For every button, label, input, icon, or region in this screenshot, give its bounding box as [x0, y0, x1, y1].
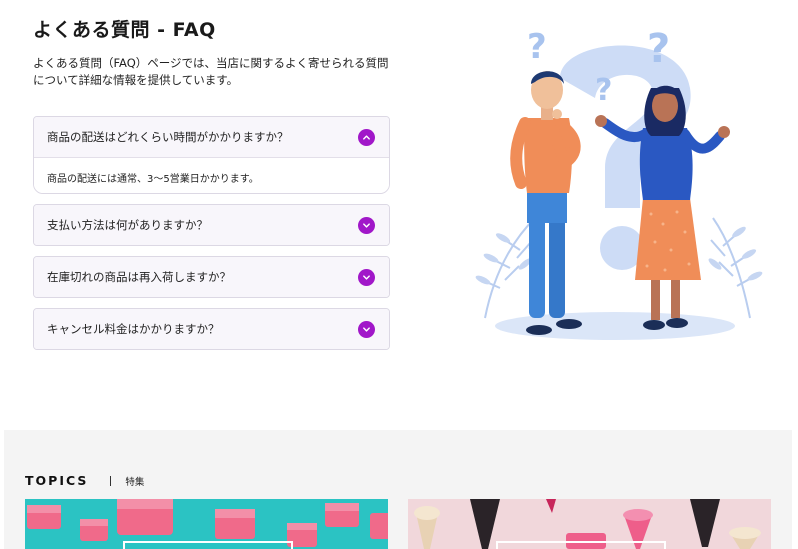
svg-text:?: ? — [527, 27, 547, 67]
chevron-down-icon[interactable] — [358, 268, 375, 286]
topics-header: TOPICS 特集 — [25, 473, 144, 488]
faq-item: キャンセル料金はかかりますか？ — [33, 308, 390, 350]
faq-people-illustration: ? ? ? — [465, 18, 765, 348]
topics-subtitle: 特集 — [125, 476, 145, 488]
topics-divider — [110, 475, 112, 486]
faq-question-text: キャンセル料金はかかりますか？ — [47, 322, 220, 336]
faq-question-button[interactable]: キャンセル料金はかかりますか？ — [34, 309, 389, 349]
topic-card[interactable] — [408, 499, 771, 549]
faq-question-text: 在庫切れの商品は再入荷しますか？ — [47, 270, 231, 284]
faq-accordion: 商品の配送はどれくらい時間がかかりますか？ 商品の配送には通常、3〜5営業日かか… — [33, 116, 390, 360]
faq-question-text: 商品の配送はどれくらい時間がかかりますか？ — [47, 130, 289, 144]
topics-title: TOPICS — [25, 473, 89, 488]
faq-question-text: 支払い方法は何がありますか？ — [47, 218, 208, 232]
faq-question-button[interactable]: 商品の配送はどれくらい時間がかかりますか？ — [34, 117, 389, 157]
page-title: よくある質問 - FAQ — [33, 19, 216, 41]
chevron-down-icon[interactable] — [358, 320, 375, 338]
faq-item: 在庫切れの商品は再入荷しますか？ — [33, 256, 390, 298]
card-frame — [496, 541, 666, 549]
topic-card[interactable] — [25, 499, 388, 549]
faq-item: 支払い方法は何がありますか？ — [33, 204, 390, 246]
faq-question-button[interactable]: 在庫切れの商品は再入荷しますか？ — [34, 257, 389, 297]
svg-text:?: ? — [595, 73, 612, 108]
svg-text:?: ? — [647, 26, 670, 72]
faq-description: よくある質問（FAQ）ページでは、当店に関するよく寄せられる質問について詳細な情… — [33, 56, 389, 87]
faq-answer: 商品の配送には通常、3〜5営業日かかります。 — [34, 157, 389, 193]
topics-section: TOPICS 特集 — [4, 430, 792, 549]
faq-item: 商品の配送はどれくらい時間がかかりますか？ 商品の配送には通常、3〜5営業日かか… — [33, 116, 390, 194]
chevron-down-icon[interactable] — [358, 216, 375, 234]
chevron-up-icon[interactable] — [358, 128, 375, 146]
card-frame — [123, 541, 293, 549]
faq-question-button[interactable]: 支払い方法は何がありますか？ — [34, 205, 389, 245]
